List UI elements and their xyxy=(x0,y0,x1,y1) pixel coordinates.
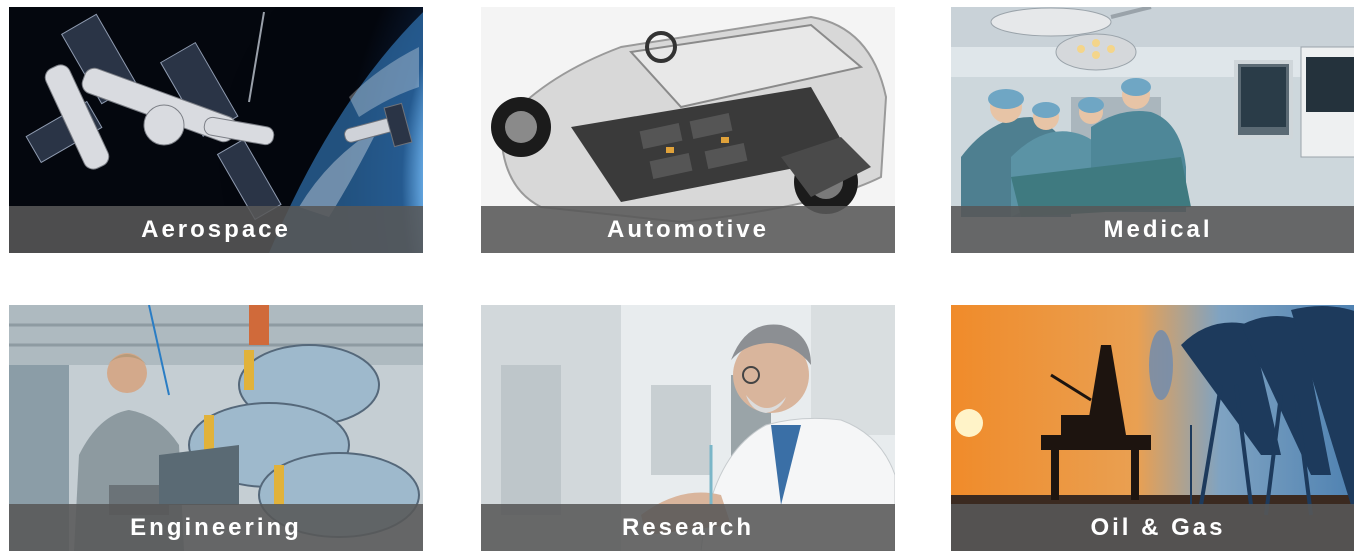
industry-label-bar: Research xyxy=(481,504,895,551)
industry-label: Research xyxy=(621,513,755,541)
industry-tile-aerospace[interactable]: Aerospace xyxy=(9,7,423,253)
industry-label-bar: Automotive xyxy=(481,206,895,253)
industry-tile-medical[interactable]: Medical xyxy=(951,7,1354,253)
industry-label-bar: Engineering xyxy=(9,504,423,551)
industry-tile-engineering[interactable]: Engineering xyxy=(9,305,423,551)
industry-label-bar: Oil & Gas xyxy=(951,504,1354,551)
industry-label: Automotive xyxy=(607,215,769,243)
industry-label: Oil & Gas xyxy=(1090,513,1226,541)
industry-tile-oil-gas[interactable]: Oil & Gas xyxy=(951,305,1354,551)
industry-label: Medical xyxy=(1103,215,1213,243)
industry-tile-research[interactable]: Research xyxy=(481,305,895,551)
industry-label: Aerospace xyxy=(141,215,291,243)
industry-tile-automotive[interactable]: Automotive xyxy=(481,7,895,253)
industry-label-bar: Medical xyxy=(951,206,1354,253)
industry-label: Engineering xyxy=(130,513,302,541)
industry-label-bar: Aerospace xyxy=(9,206,423,253)
